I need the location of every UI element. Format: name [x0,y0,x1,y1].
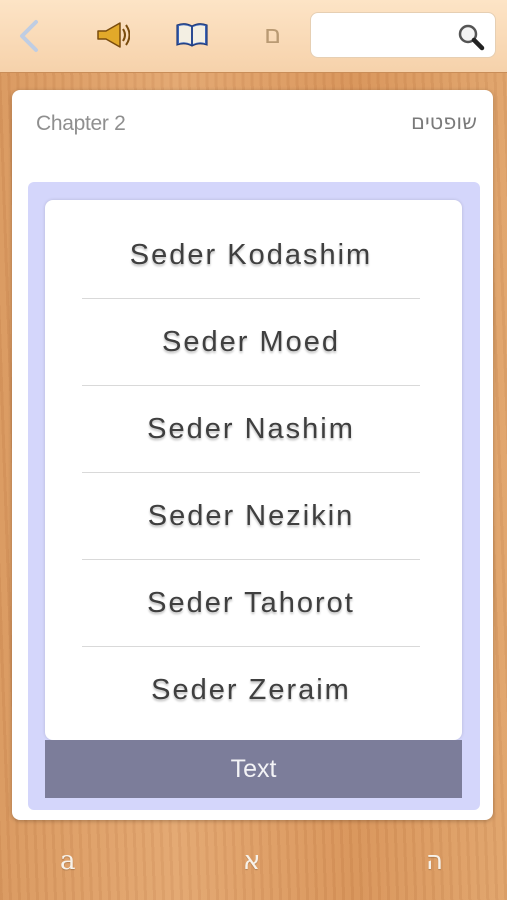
tab-hebrew-he[interactable]: ה [426,846,443,876]
back-chevron-icon[interactable] [14,16,44,56]
seder-picker: Seder Kodashim Seder Moed Seder Nashim S… [45,200,462,740]
speaker-icon[interactable] [96,20,131,55]
picker-item-nashim[interactable]: Seder Nashim [82,386,420,473]
picker-item-tahorot[interactable]: Seder Tahorot [82,560,420,647]
picker-item-zeraim[interactable]: Seder Zeraim [82,647,420,734]
search-icon[interactable] [457,23,485,51]
search-input[interactable] [321,21,455,51]
top-toolbar: ם [0,0,507,73]
picker-item-kodashim[interactable]: Seder Kodashim [82,212,420,299]
tab-latin-a[interactable]: a [60,846,76,876]
tab-hebrew-alef[interactable]: א [243,846,260,876]
book-title-hebrew: שופטים [411,110,477,134]
search-box [310,12,496,58]
picker-item-moed[interactable]: Seder Moed [82,299,420,386]
text-button[interactable]: Text [45,740,462,798]
picker-item-nezikin[interactable]: Seder Nezikin [82,473,420,560]
hebrew-letter-icon[interactable]: ם [264,20,281,50]
open-book-icon[interactable] [176,22,208,53]
chapter-title: Chapter 2 [36,112,126,135]
